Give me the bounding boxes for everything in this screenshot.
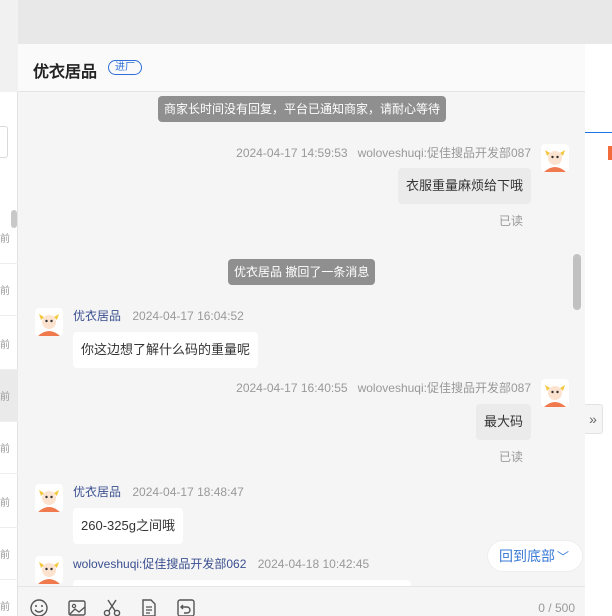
message-time: 2024-04-17 18:48:47: [132, 485, 244, 499]
message-meta: 2024-04-17 16:40:55 woloveshuqi:促佳搜品开发部0…: [236, 379, 531, 396]
mascot-avatar-icon: [35, 308, 63, 336]
message-time: 2024-04-17 16:40:55: [236, 381, 348, 395]
recall-notice: 优衣居品 撤回了一条消息: [228, 259, 376, 285]
mascot-avatar-icon: [35, 556, 63, 584]
session-item[interactable]: 前: [0, 422, 18, 474]
input-toolbar: 0 / 500: [18, 586, 585, 616]
session-time: 前: [0, 602, 10, 613]
message-bubble: 你这边想了解什么码的重量呢: [73, 332, 259, 368]
session-item[interactable]: 前: [0, 528, 18, 580]
session-time: 前: [0, 340, 10, 351]
info-tab-indicator: [585, 132, 612, 133]
char-counter: 0 / 500: [538, 601, 575, 615]
session-item[interactable]: 前: [0, 264, 18, 316]
message-time: 2024-04-17 14:59:53: [236, 146, 348, 160]
session-time: 前: [0, 392, 10, 403]
session-scrollbar[interactable]: [11, 210, 17, 228]
session-time: 前: [0, 234, 10, 245]
emoji-icon[interactable]: [29, 599, 49, 616]
scroll-to-bottom-label: 回到底部: [499, 548, 555, 564]
mascot-avatar-icon: [541, 144, 569, 172]
session-item[interactable]: 前: [0, 476, 18, 528]
message-meta: 2024-04-17 14:59:53 woloveshuqi:促佳搜品开发部0…: [236, 144, 531, 161]
info-panel: [585, 44, 612, 616]
avatar[interactable]: [35, 484, 63, 512]
message-sender: 优衣居品: [73, 485, 122, 499]
read-status: 已读: [498, 214, 523, 228]
recall-icon[interactable]: [176, 599, 196, 616]
avatar[interactable]: [35, 308, 63, 336]
session-item-active[interactable]: 前: [0, 370, 18, 422]
message-time: 2024-04-17 16:04:52: [132, 309, 244, 323]
message-meta: woloveshuqi:促佳搜品开发部062 2024-04-18 10:42:…: [73, 555, 369, 572]
expand-panel-button[interactable]: »: [583, 404, 603, 434]
session-item[interactable]: 前: [0, 580, 18, 616]
system-notice: 商家长时间没有回复，平台已通知商家，请耐心等待: [158, 96, 447, 122]
session-time: 前: [0, 444, 10, 455]
avatar[interactable]: [541, 379, 569, 407]
shop-name: 优衣居品: [33, 64, 98, 81]
message-sender: woloveshuqi:促佳搜品开发部062: [73, 557, 247, 571]
session-search-input[interactable]: [0, 126, 8, 158]
document-icon[interactable]: [139, 599, 159, 616]
message-meta: 优衣居品 2024-04-17 16:04:52: [73, 307, 244, 324]
info-tag: [608, 146, 612, 160]
shop-badge[interactable]: 进厂: [108, 60, 142, 75]
message-sender: woloveshuqi:促佳搜品开发部087: [357, 381, 531, 395]
top-bar: [0, 0, 612, 44]
message-bubble: 衣服重量麻烦给下哦: [397, 168, 531, 204]
chat-window: 优衣居品 进厂 商家长时间没有回复，平台已通知商家，请耐心等待 2024-04-…: [18, 44, 585, 616]
mascot-avatar-icon: [541, 379, 569, 407]
read-status: 已读: [498, 450, 523, 464]
double-chevron-right-icon: »: [589, 411, 597, 427]
session-item[interactable]: 前: [0, 318, 18, 370]
scissors-icon[interactable]: [102, 599, 122, 616]
session-time: 前: [0, 498, 10, 509]
session-time: 前: [0, 286, 10, 297]
avatar[interactable]: [541, 144, 569, 172]
message-bubble: 最大码: [475, 404, 531, 440]
scroll-to-bottom-button[interactable]: 回到底部 ﹀: [487, 540, 583, 572]
chat-scrollbar[interactable]: [573, 254, 581, 310]
chat-header: 优衣居品 进厂: [18, 44, 585, 92]
avatar[interactable]: [35, 556, 63, 584]
mascot-avatar-icon: [35, 484, 63, 512]
chevron-down-icon: ﹀: [557, 550, 570, 564]
image-icon[interactable]: [67, 599, 87, 616]
message-bubble: 260-325g之间哦: [73, 508, 183, 544]
message-sender: woloveshuqi:促佳搜品开发部087: [357, 146, 531, 160]
session-time: 前: [0, 550, 10, 561]
message-sender: 优衣居品: [73, 309, 122, 323]
message-meta: 优衣居品 2024-04-17 18:48:47: [73, 483, 244, 500]
message-time: 2024-04-18 10:42:45: [257, 557, 370, 571]
